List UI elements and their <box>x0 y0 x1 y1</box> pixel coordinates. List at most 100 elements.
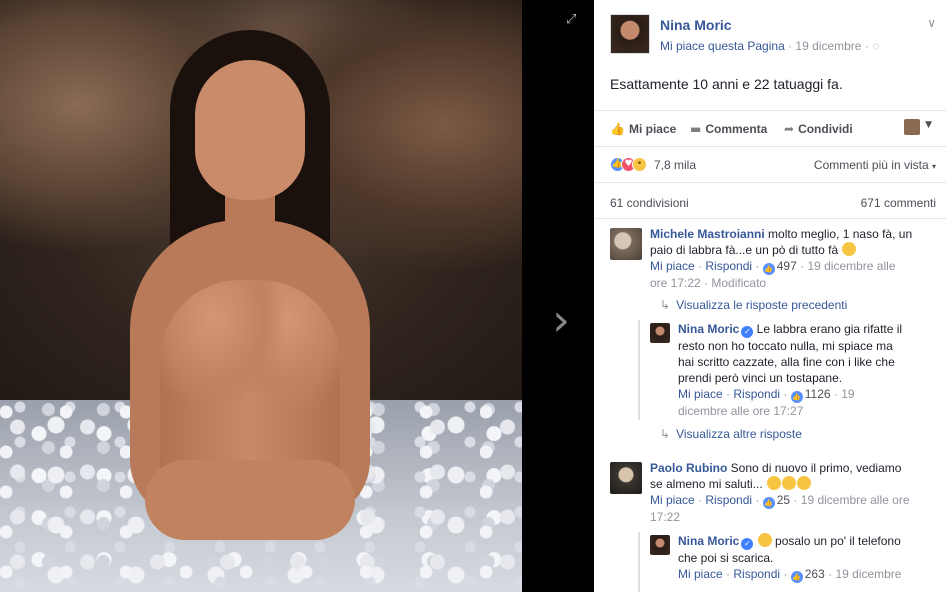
globe-icon: · ◌ <box>864 39 880 53</box>
laughing-emoji-icon <box>782 476 797 490</box>
meta-separator: · <box>824 567 836 581</box>
verified-badge-icon: ✓ <box>741 326 754 338</box>
reaction-icons[interactable]: 👍 ♥ • <box>610 156 658 174</box>
divider <box>594 146 946 147</box>
comment-like-count[interactable]: 25 <box>777 493 790 507</box>
comment-content: Nina Moric ✓ posalo un po' il telefono ch… <box>678 533 916 566</box>
comment-sort-label: Commenti più in vista <box>813 158 929 172</box>
comment-content: Nina Moric ✓ Le labbra erano gia rifatte … <box>678 321 906 386</box>
caret-down-icon[interactable]: ▼ <box>925 120 932 130</box>
post-photo[interactable] <box>0 0 522 592</box>
divider <box>594 182 946 183</box>
like-button[interactable]: 👍 Mi piace <box>610 122 676 136</box>
commenter-avatar[interactable] <box>650 535 670 555</box>
comment-reply-button[interactable]: Rispondi <box>733 567 780 581</box>
meta-separator: · <box>752 493 763 507</box>
page-name-link[interactable]: Nina Moric <box>660 17 732 33</box>
meta-separator: · <box>700 276 712 290</box>
commenter-avatar[interactable] <box>610 228 642 260</box>
next-photo-arrow-icon[interactable]: › <box>546 296 576 346</box>
comment-body: Nina Moric ✓ posalo un po' il telefono ch… <box>678 533 916 583</box>
comment-body: Michele Mastroianni molto meglio, 1 naso… <box>650 226 914 291</box>
smiley-emoji-icon <box>842 242 857 256</box>
comment-sort-dropdown[interactable]: Commenti più in vista ▾ <box>814 158 936 172</box>
comment-time[interactable]: 19 dicembre <box>835 567 901 581</box>
reply-thread-bar <box>638 532 640 592</box>
comment-like-count[interactable]: 497 <box>777 259 797 273</box>
verified-badge-icon: ✓ <box>741 538 754 550</box>
photo-face <box>195 60 305 200</box>
wow-reaction-icon: • <box>632 157 647 172</box>
meta-separator: · <box>722 387 734 401</box>
comment-reply-button[interactable]: Rispondi <box>705 259 752 273</box>
meta-separator: · <box>694 493 706 507</box>
chevron-down-icon[interactable]: ∨ <box>927 16 936 30</box>
comment-edited: Modificato <box>711 276 767 290</box>
post-meta: Mi piace questa Pagina · 19 dicembre · ◌ <box>660 39 879 53</box>
comment-meta: Mi piace · Rispondi · 👍 1126 · 19 dicembr… <box>678 386 906 419</box>
comment-button[interactable]: ▬ Commenta <box>690 122 767 136</box>
comment-like-count[interactable]: 263 <box>805 567 825 581</box>
caret-down-icon: ▾ <box>931 162 936 171</box>
commenter-name[interactable]: Michele Mastroianni <box>650 227 765 241</box>
comment-like-button[interactable]: Mi piace <box>650 259 695 273</box>
comment-reply-button[interactable]: Rispondi <box>733 387 780 401</box>
like-mini-icon: 👍 <box>790 391 803 403</box>
share-button[interactable]: ➦ Condividi <box>784 122 853 136</box>
view-previous-replies-link[interactable]: ↳ Visualizza le risposte precedenti <box>660 298 847 312</box>
commenter-avatar[interactable] <box>650 323 670 343</box>
laughing-emoji-icon <box>767 476 782 490</box>
view-more-replies-label: Visualizza altre risposte <box>676 427 802 441</box>
share-as-avatar[interactable] <box>904 119 920 135</box>
reply-thread-bar <box>638 320 640 420</box>
reactions-row: 👍 ♥ • 7,8 mila Commenti più in vista ▾ <box>610 156 940 174</box>
photo-arms <box>145 460 355 540</box>
expand-icon[interactable]: ⤢ <box>566 12 580 27</box>
comment-like-button[interactable]: Mi piace <box>678 387 723 401</box>
meta-separator: · <box>830 387 842 401</box>
comment-meta: Mi piace · Rispondi · 👍 263 · 19 dicembre <box>678 566 916 583</box>
meta-separator: · <box>722 567 734 581</box>
comment-meta: Mi piace · Rispondi · 👍 25 · 19 dicembre … <box>650 492 914 525</box>
comment-count[interactable]: 671 commenti <box>861 196 936 210</box>
comment-like-button[interactable]: Mi piace <box>678 567 723 581</box>
like-page-link[interactable]: Mi piace questa Pagina <box>660 39 785 53</box>
comment-button-label: Commenta <box>705 122 768 136</box>
page-avatar[interactable] <box>610 14 650 54</box>
comment-content: Paolo Rubino Sono di nuovo il primo, ved… <box>650 460 914 492</box>
comment-reply-button[interactable]: Rispondi <box>705 493 752 507</box>
meta-separator: · <box>752 259 763 273</box>
sweat-smile-emoji-icon <box>757 533 772 547</box>
post-text: Esattamente 10 anni e 22 tatuaggi fa. <box>610 76 843 92</box>
comment-like-count[interactable]: 1126 <box>805 387 831 401</box>
commenter-name[interactable]: Nina Moric <box>678 322 739 336</box>
like-button-label: Mi piace <box>628 122 677 136</box>
post-date[interactable]: 19 dicembre <box>795 39 861 53</box>
meta-separator: · <box>694 259 706 273</box>
share-count[interactable]: 61 condivisioni <box>610 196 689 210</box>
post-header: Nina Moric Mi piace questa Pagina · 19 d… <box>610 14 936 56</box>
meta-separator: · <box>796 259 808 273</box>
photo-subject <box>100 20 400 592</box>
reaction-count[interactable]: 7,8 mila <box>654 158 696 172</box>
commenter-avatar[interactable] <box>610 462 642 494</box>
view-more-replies-link[interactable]: ↳ Visualizza altre risposte <box>660 427 802 441</box>
meta-separator: · <box>780 387 791 401</box>
share-button-label: Condividi <box>798 122 853 136</box>
share-icon: ➦ <box>784 122 795 136</box>
meta-separator: · <box>780 567 791 581</box>
comment-meta: Mi piace · Rispondi · 👍 497 · 19 dicembre… <box>650 258 914 291</box>
like-mini-icon: 👍 <box>790 571 803 583</box>
commenter-name[interactable]: Nina Moric <box>678 534 739 548</box>
laughing-emoji-icon <box>797 476 812 490</box>
comment-like-button[interactable]: Mi piace <box>650 493 695 507</box>
commenter-name[interactable]: Paolo Rubino <box>650 461 727 475</box>
comment-icon: ▬ <box>690 122 702 136</box>
comment-body: Paolo Rubino Sono di nuovo il primo, ved… <box>650 460 914 525</box>
meta-separator: · <box>790 493 801 507</box>
reply-arrow-icon: ↳ <box>660 427 671 441</box>
post-actions: 👍 Mi piace ▬ Commenta ➦ Condividi ▼ <box>608 114 938 144</box>
meta-separator: · <box>784 39 796 53</box>
photo-viewer: ⤢ › Nina Moric Mi piace questa Pagina · … <box>0 0 946 592</box>
photo-stage: ⤢ › <box>0 0 594 592</box>
